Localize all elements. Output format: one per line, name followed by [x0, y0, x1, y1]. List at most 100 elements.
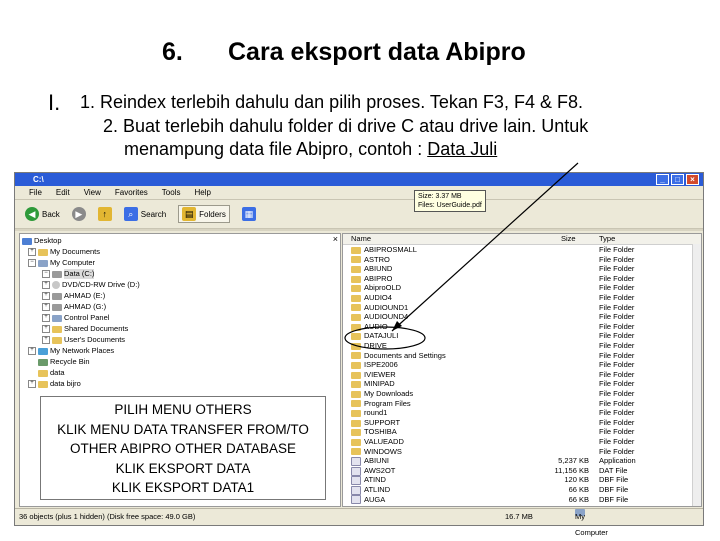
tree-label: data [50, 368, 65, 377]
menu-bar: File Edit View Favorites Tools Help [15, 187, 703, 200]
folder-icon [52, 325, 62, 333]
up-folder-button[interactable]: ↑ [97, 207, 112, 221]
tree-label: Control Panel [64, 313, 110, 322]
instruction-callout: PILIH MENU OTHERS KLIK MENU DATA TRANSFE… [40, 396, 326, 500]
column-size[interactable]: Size [561, 234, 576, 244]
expand-icon[interactable]: + [42, 292, 50, 300]
status-size: 16.7 MB [505, 512, 533, 521]
up-folder-icon: ↑ [97, 207, 112, 221]
forward-button[interactable]: ▶ [71, 207, 86, 221]
folder-icon [351, 246, 361, 254]
maximize-button[interactable]: □ [671, 174, 684, 185]
instruction-line-3: menampung data file Abipro, contoh : Dat… [124, 139, 497, 160]
tree-close-icon[interactable]: × [333, 234, 338, 244]
folder-icon [351, 294, 361, 302]
computer-icon [38, 259, 48, 267]
folder-icon [38, 248, 48, 256]
menu-favorites[interactable]: Favorites [115, 187, 148, 199]
folder-icon [351, 390, 361, 398]
menu-view[interactable]: View [84, 187, 101, 199]
toolbar-divider [15, 229, 703, 231]
tree-label: My Computer [50, 258, 96, 267]
column-type[interactable]: Type [599, 234, 615, 244]
folder-icon [351, 256, 361, 264]
minimize-button[interactable]: _ [656, 174, 669, 185]
slide-title-text: Cara eksport data Abipro [228, 38, 526, 66]
tree-item-control-panel[interactable]: + Control Panel [42, 313, 109, 323]
tree-item-shared-documents[interactable]: + Shared Documents [42, 324, 128, 334]
menu-tools[interactable]: Tools [162, 187, 181, 199]
expand-icon[interactable]: + [28, 380, 36, 388]
folder-icon [351, 361, 361, 369]
folder-icon [351, 342, 361, 350]
status-location-label: My Computer [575, 512, 608, 537]
folder-icon [351, 419, 361, 427]
folder-icon [351, 313, 361, 321]
status-objects: 36 objects (plus 1 hidden) (Disk free sp… [19, 512, 196, 521]
tree-item-my-network-places[interactable]: + My Network Places [28, 346, 114, 356]
instruction-line-1: 1. Reindex terlebih dahulu dan pilih pro… [80, 92, 583, 112]
callout-line-3: OTHER ABIPRO OTHER DATABASE [69, 441, 297, 456]
search-label: Search [140, 209, 167, 219]
folder-tooltip: Size: 3.37 MB Files: UserGuide.pdf [414, 190, 486, 212]
tree-item-drive-g[interactable]: + AHMAD (G:) [42, 302, 106, 312]
folder-icon [351, 333, 361, 341]
folder-icon [351, 352, 361, 360]
file-size: 66 KB [568, 494, 589, 504]
tree-item-drive-c[interactable]: − Data (C:) [42, 269, 95, 279]
file-icon [351, 456, 361, 466]
folder-icon [351, 400, 361, 408]
tree-label: AHMAD (G:) [64, 302, 107, 311]
menu-edit[interactable]: Edit [56, 187, 70, 199]
expand-icon[interactable]: + [28, 347, 36, 355]
callout-line-5: KLIK EKSPORT DATA1 [111, 480, 255, 495]
file-name: AUGA [364, 494, 386, 504]
slide-number: 6. [162, 38, 183, 66]
views-icon: ▦ [241, 207, 256, 221]
column-name[interactable]: Name [351, 234, 371, 244]
tree-item-users-documents[interactable]: + User's Documents [42, 335, 125, 345]
close-button[interactable]: × [686, 174, 699, 185]
expand-icon[interactable]: + [42, 303, 50, 311]
tree-item-my-documents[interactable]: + My Documents [28, 247, 100, 257]
expand-icon[interactable]: + [42, 281, 50, 289]
expand-icon[interactable]: + [42, 314, 50, 322]
window-titlebar: C:\ _ □ × [15, 173, 703, 186]
back-button[interactable]: ◀ Back [25, 207, 60, 221]
tree-item-my-computer[interactable]: − My Computer [28, 258, 95, 268]
folder-icon [351, 381, 361, 389]
tree-label: Recycle Bin [50, 357, 90, 366]
tree-item-data-bijro[interactable]: + data bijro [28, 379, 81, 389]
cd-drive-icon [52, 281, 60, 289]
tree-item-data[interactable]: data [38, 368, 65, 378]
views-button[interactable]: ▦ [241, 207, 256, 221]
folder-icon [52, 336, 62, 344]
collapse-icon[interactable]: − [42, 270, 50, 278]
file-row[interactable]: AUGA 66 KB DBF File [343, 495, 701, 505]
file-type: DBF File [599, 494, 629, 504]
search-button[interactable]: ⌕ Search [123, 207, 167, 221]
folder-icon [351, 371, 361, 379]
forward-arrow-icon: ▶ [71, 207, 86, 221]
folders-button[interactable]: ▤ Folders [178, 205, 230, 223]
tree-item-drive-d[interactable]: + DVD/CD-RW Drive (D:) [42, 280, 140, 290]
menu-file[interactable]: File [29, 187, 42, 199]
tree-label: AHMAD (E:) [64, 291, 106, 300]
tree-item-drive-e[interactable]: + AHMAD (E:) [42, 291, 105, 301]
file-icon [351, 466, 361, 476]
tree-item-desktop[interactable]: Desktop [22, 236, 62, 246]
tooltip-size: Size: 3.37 MB [418, 193, 462, 200]
tree-label: My Network Places [50, 346, 115, 355]
folders-label: Folders [199, 209, 226, 219]
file-name-cell: AUGA [351, 495, 385, 505]
tree-item-recycle-bin[interactable]: Recycle Bin [38, 357, 90, 367]
callout-line-4: KLIK EKSPORT DATA [115, 460, 251, 476]
vertical-scrollbar[interactable] [692, 244, 701, 506]
expand-icon[interactable]: + [28, 248, 36, 256]
search-icon: ⌕ [123, 207, 138, 221]
menu-help[interactable]: Help [194, 187, 210, 199]
expand-icon[interactable]: + [42, 336, 50, 344]
collapse-icon[interactable]: − [28, 259, 36, 267]
folder-icon [351, 448, 361, 456]
expand-icon[interactable]: + [42, 325, 50, 333]
